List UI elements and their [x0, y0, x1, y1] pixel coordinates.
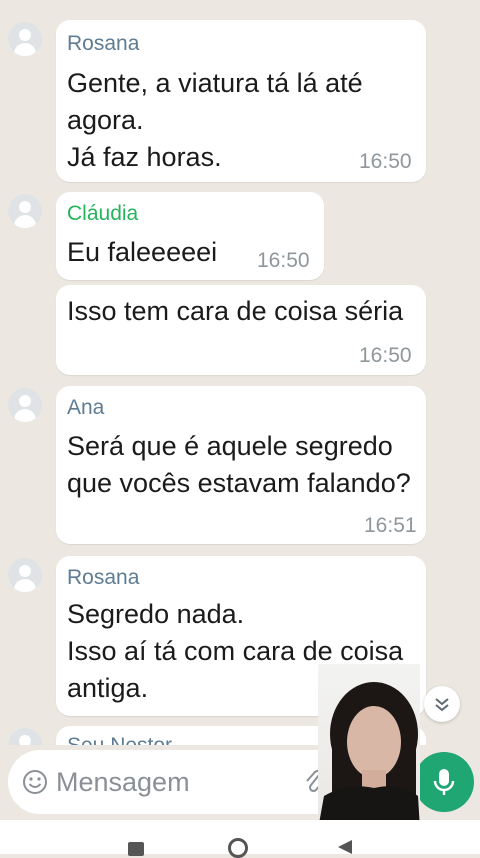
message-sender: Rosana	[67, 566, 140, 589]
message-text: Isso tem cara de coisa séria	[67, 296, 404, 326]
message-bubble[interactable]: Rosana Gente, a viatura tá lá até agora.…	[56, 20, 426, 182]
message-text: Eu faleeeeei	[67, 237, 218, 267]
message-time: 16:50	[359, 150, 412, 173]
home-button[interactable]	[228, 838, 248, 858]
avatar-icon[interactable]	[8, 388, 42, 422]
message-text: Será que é aquele segredo que vocês esta…	[67, 431, 411, 498]
camera-overlay	[318, 664, 420, 829]
avatar-icon[interactable]	[8, 728, 42, 745]
message-sender: Seu Nestor	[67, 734, 172, 745]
message-time: 16:51	[364, 514, 417, 537]
emoji-icon[interactable]	[22, 769, 48, 795]
message-input[interactable]: Mensagem	[56, 767, 190, 798]
person-video-image	[318, 682, 420, 829]
message-time: 16:50	[257, 249, 310, 272]
chevron-double-down-icon	[435, 698, 449, 712]
voice-message-button[interactable]	[414, 752, 474, 812]
back-button[interactable]	[336, 840, 352, 854]
message-sender: Rosana	[67, 32, 140, 55]
avatar-icon[interactable]	[8, 194, 42, 228]
message-bubble[interactable]: Ana Será que é aquele segredo que vocês …	[56, 386, 426, 544]
scroll-down-button[interactable]	[424, 686, 460, 722]
system-nav-bar	[0, 820, 480, 858]
avatar-icon[interactable]	[8, 558, 42, 592]
message-sender: Cláudia	[67, 202, 139, 225]
message-text: Gente, a viatura tá lá até agora. Já faz…	[67, 68, 363, 172]
message-bubble[interactable]: Isso tem cara de coisa séria 16:50	[56, 285, 426, 375]
avatar-icon[interactable]	[8, 22, 42, 56]
chat-area[interactable]: Rosana Gente, a viatura tá lá até agora.…	[0, 0, 480, 745]
message-time: 16:50	[359, 344, 412, 367]
message-bubble[interactable]: Cláudia Eu faleeeeei 16:50	[56, 192, 324, 280]
microphone-icon	[433, 769, 455, 795]
message-sender: Ana	[67, 396, 105, 419]
